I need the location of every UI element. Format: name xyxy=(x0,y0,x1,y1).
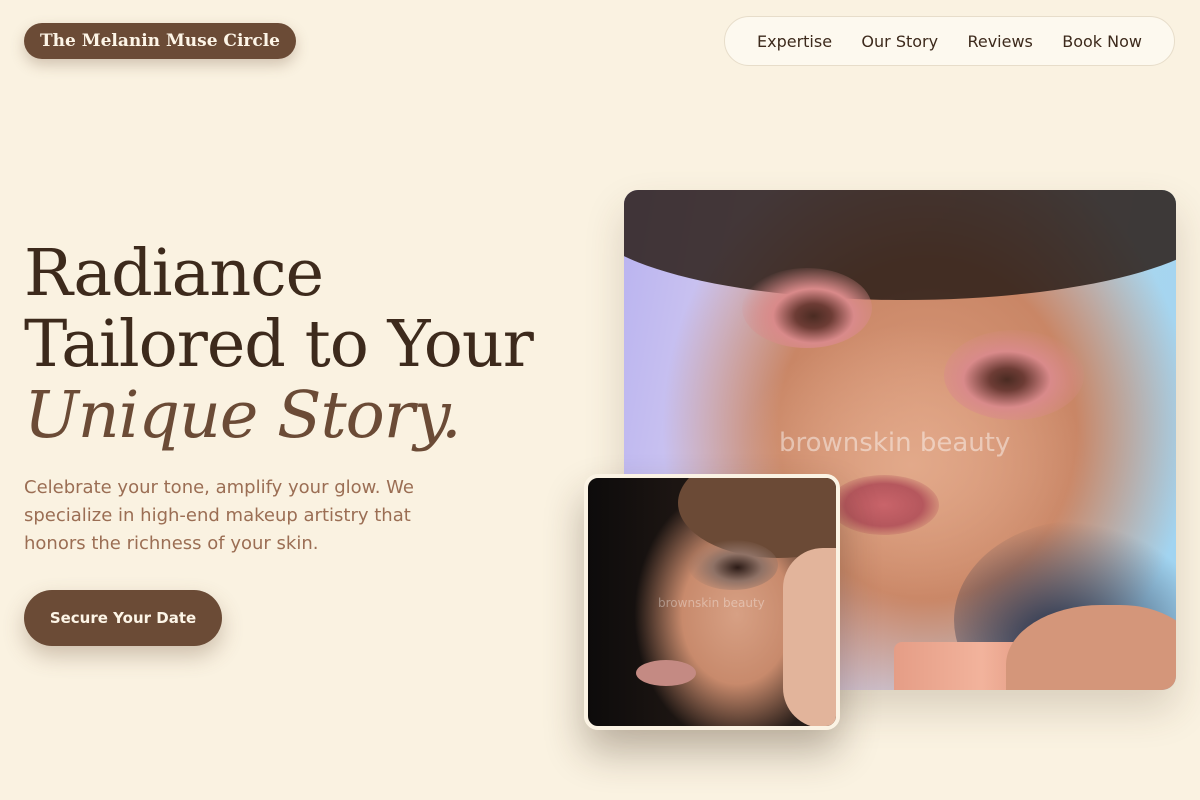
nav-item-book-now[interactable]: Book Now xyxy=(1062,32,1142,51)
nav-item-our-story[interactable]: Our Story xyxy=(861,32,938,51)
photo-lips-shape xyxy=(829,475,939,535)
inset-lips-shape xyxy=(636,660,696,686)
photo-hair-shape xyxy=(624,190,1176,300)
headline-accent: Unique Story. xyxy=(24,378,462,453)
headline-line-2: Tailored to Your xyxy=(24,307,534,382)
inset-eye-shape xyxy=(688,540,778,590)
hero-inset-photo: brownskin beauty xyxy=(584,474,840,730)
brand-logo[interactable]: The Melanin Muse Circle xyxy=(24,23,297,59)
secure-date-button[interactable]: Secure Your Date xyxy=(24,590,222,646)
main-photo-watermark: brownskin beauty xyxy=(779,428,1011,458)
inset-hand-shape xyxy=(783,548,836,726)
photo-eye-right-shape xyxy=(944,330,1084,420)
headline-line-1: Radiance xyxy=(24,236,324,311)
photo-eye-left-shape xyxy=(742,268,872,348)
main-nav: Expertise Our Story Reviews Book Now xyxy=(724,16,1175,66)
nav-item-reviews[interactable]: Reviews xyxy=(967,32,1032,51)
inset-photo-watermark: brownskin beauty xyxy=(658,596,765,610)
nav-item-expertise[interactable]: Expertise xyxy=(757,32,832,51)
hero-subcopy: Celebrate your tone, amplify your glow. … xyxy=(24,477,414,554)
hero-headline: Radiance Tailored to Your Unique Story. xyxy=(24,236,534,453)
